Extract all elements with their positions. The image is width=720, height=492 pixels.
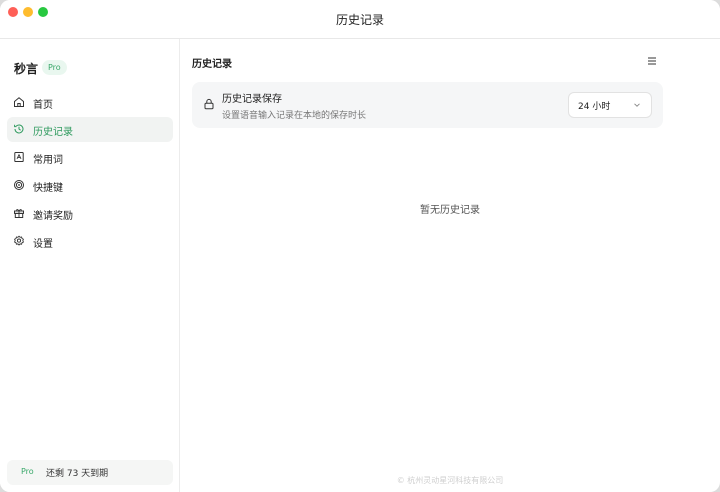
home-icon — [14, 97, 24, 107]
expiry-text: 还剩 73 天到期 — [46, 469, 109, 479]
app-window: 历史记录 秒言 Pro 首页 历史记录 常用词 快捷键 邀请奖励 设置 Pro … — [0, 0, 720, 492]
sidebar-item-history[interactable]: 历史记录 — [7, 117, 173, 142]
retention-duration-select[interactable]: 24 小时 — [568, 92, 652, 118]
gear-icon — [14, 235, 24, 246]
sidebar-item-label: 常用词 — [33, 155, 63, 166]
setting-description: 设置语音输入记录在本地的保存时长 — [222, 111, 367, 121]
sidebar-item-wordbook[interactable]: 常用词 — [7, 145, 173, 170]
sidebar-item-label: 快捷键 — [33, 183, 63, 194]
title-bar: 历史记录 — [0, 0, 720, 39]
window-title: 历史记录 — [335, 13, 384, 27]
sidebar-item-invite[interactable]: 邀请奖励 — [7, 201, 173, 226]
sidebar: 秒言 Pro 首页 历史记录 常用词 快捷键 邀请奖励 设置 Pro 还剩 73… — [0, 39, 180, 492]
chevron-down-icon — [634, 103, 640, 107]
empty-state-text: 暂无历史记录 — [420, 205, 480, 216]
menu-icon[interactable] — [646, 55, 658, 67]
main-panel: 历史记录 历史记录保存 设置语音输入记录在本地的保存时长 24 小时 暂无历史记… — [180, 39, 720, 492]
select-value: 24 小时 — [578, 102, 611, 112]
setting-title: 历史记录保存 — [222, 94, 282, 105]
footer-pro-badge: Pro — [21, 467, 34, 476]
sidebar-item-shortcut[interactable]: 快捷键 — [7, 173, 173, 198]
subscription-status[interactable]: Pro 还剩 73 天到期 — [7, 460, 173, 485]
sidebar-item-label: 设置 — [33, 239, 53, 250]
sidebar-item-label: 历史记录 — [33, 127, 73, 138]
gift-icon — [14, 209, 24, 218]
shortcut-icon — [14, 180, 24, 190]
page-title: 历史记录 — [192, 59, 232, 70]
wordbook-icon — [14, 152, 24, 162]
copyright-text: © 杭州灵动星河科技有限公司 — [396, 476, 504, 485]
sidebar-item-label: 首页 — [33, 100, 53, 111]
app-brand: 秒言 — [14, 62, 39, 76]
history-icon — [14, 124, 24, 134]
history-retention-setting: 历史记录保存 设置语音输入记录在本地的保存时长 24 小时 — [192, 82, 663, 128]
sidebar-item-label: 邀请奖励 — [33, 211, 73, 222]
sidebar-item-settings[interactable]: 设置 — [7, 229, 173, 254]
lock-icon — [204, 98, 214, 110]
sidebar-item-home[interactable]: 首页 — [7, 90, 173, 115]
pro-badge: Pro — [42, 60, 67, 75]
